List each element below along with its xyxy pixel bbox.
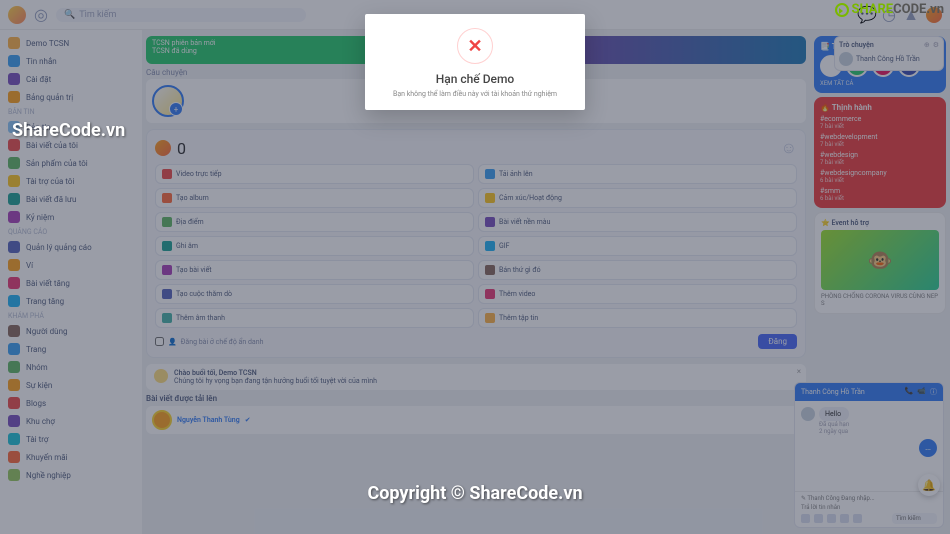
watermark-logo: SHARECODE.vn: [835, 2, 944, 17]
watermark: Copyright © ShareCode.vn: [367, 483, 582, 504]
watermark: ShareCode.vn: [12, 120, 125, 141]
dialog-text: Bạn không thể làm điều này với tài khoản…: [377, 90, 573, 98]
modal-overlay[interactable]: ✕ Hạn chế Demo Bạn không thể làm điều nà…: [0, 0, 950, 534]
dialog-title: Hạn chế Demo: [377, 72, 573, 86]
demo-limit-dialog: ✕ Hạn chế Demo Bạn không thể làm điều nà…: [365, 14, 585, 110]
close-circle-icon: ✕: [457, 28, 493, 64]
